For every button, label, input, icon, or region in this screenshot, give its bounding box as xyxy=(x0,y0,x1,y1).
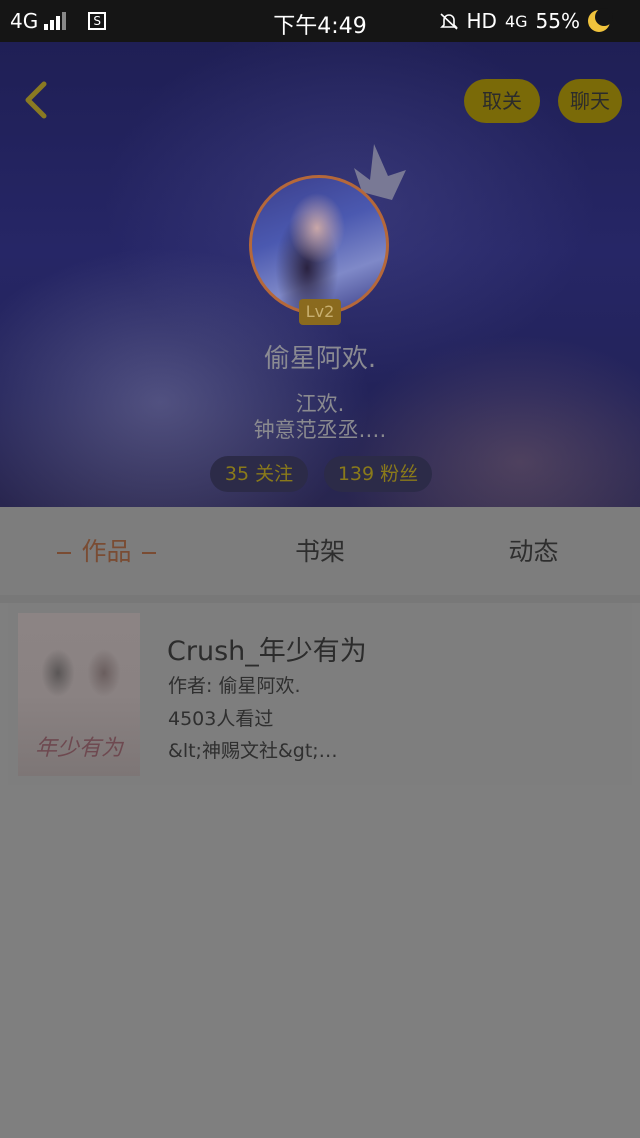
following-count[interactable]: 35 关注 xyxy=(210,456,308,492)
back-arrow-icon[interactable] xyxy=(20,80,52,120)
battery-label: 55% xyxy=(535,9,580,33)
bio-line-2: 钟意范丞丞.… xyxy=(253,418,387,442)
fans-count[interactable]: 139 粉丝 xyxy=(324,456,432,492)
book-cover: 年少有为 xyxy=(18,613,140,776)
tab-works[interactable]: 作品 xyxy=(0,507,213,595)
profile-header: 取关 聊天 Lv2 偷星阿欢. 江欢. 钟意范丞丞.… 35 关注 139 粉丝 xyxy=(0,42,640,507)
username: 偷星阿欢. xyxy=(263,344,377,374)
level-badge: Lv2 xyxy=(299,299,341,325)
work-card[interactable]: 年少有为 Crush_年少有为 作者: 偷星阿欢. 4503人看过 &lt;神赐… xyxy=(8,603,632,785)
tab-indicator-right xyxy=(141,552,156,554)
tab-indicator-left xyxy=(57,552,72,554)
tab-bookshelf[interactable]: 书架 xyxy=(213,507,427,595)
status-right: HD 4G 55% xyxy=(439,8,613,33)
hd-label: HD xyxy=(466,9,497,33)
status-bar: 4G S 下午4:49 HD 4G 55% xyxy=(0,0,640,42)
book-author: 作者: 偷星阿欢. xyxy=(168,675,301,697)
book-views: 4503人看过 xyxy=(168,708,274,730)
unfollow-button[interactable]: 取关 xyxy=(464,79,540,123)
avatar[interactable] xyxy=(249,175,389,315)
night-mode-icon xyxy=(588,8,613,32)
profile-tabs: 作品 书架 动态 xyxy=(0,507,640,595)
divider xyxy=(0,595,640,603)
book-tag: &lt;神赐文社&gt;… xyxy=(168,740,338,762)
cover-title-art: 年少有为 xyxy=(34,736,123,761)
mute-bell-icon xyxy=(439,13,458,30)
network-label-right: 4G xyxy=(504,11,528,31)
tab-activity[interactable]: 动态 xyxy=(427,507,640,595)
tab-works-label: 作品 xyxy=(81,537,132,566)
chat-button[interactable]: 聊天 xyxy=(558,79,622,123)
book-title: Crush_年少有为 xyxy=(167,636,367,667)
